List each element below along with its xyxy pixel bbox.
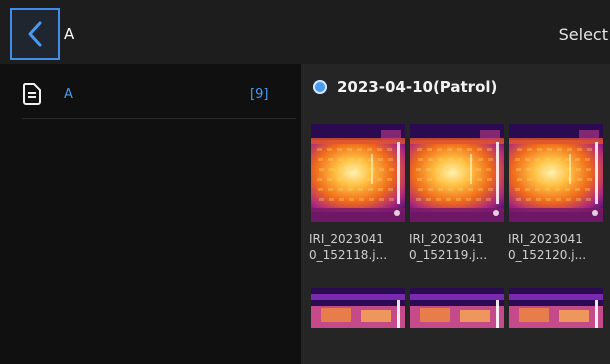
- group-radio[interactable]: [313, 80, 327, 94]
- divider: [22, 118, 296, 119]
- image-caption: IRI_2023041 0_152119.j...: [409, 231, 507, 263]
- thermal-thumbnail[interactable]: [509, 288, 603, 328]
- select-button[interactable]: Select: [559, 25, 608, 45]
- page-title: A: [64, 25, 75, 43]
- folder-item[interactable]: A [9]: [0, 64, 298, 120]
- image-caption: IRI_2023041 0_152118.j...: [309, 231, 407, 263]
- folder-list: A [9]: [0, 64, 298, 364]
- top-bar: A Select: [0, 0, 610, 64]
- image-name-line1: IRI_2023041: [508, 232, 583, 246]
- image-name-line2: 0_152119.j...: [409, 248, 488, 262]
- chevron-left-icon: [28, 21, 42, 47]
- image-name-line1: IRI_2023041: [309, 232, 384, 246]
- folder-name: A: [64, 87, 73, 102]
- image-name-line1: IRI_2023041: [409, 232, 484, 246]
- thermal-thumbnail[interactable]: [509, 124, 603, 222]
- thermal-thumbnail[interactable]: [410, 124, 504, 222]
- thermal-thumbnail[interactable]: [410, 288, 504, 328]
- folder-count: [9]: [250, 87, 269, 102]
- group-title: 2023-04-10(Patrol): [337, 78, 498, 96]
- image-caption: IRI_2023041 0_152120.j...: [508, 231, 606, 263]
- thermal-thumbnail[interactable]: [311, 288, 405, 328]
- back-button[interactable]: [10, 8, 60, 60]
- image-name-line2: 0_152120.j...: [508, 248, 587, 262]
- image-grid: 2023-04-10(Patrol) IRI_2023041 0_152118.…: [301, 64, 610, 364]
- image-name-line2: 0_152118.j...: [309, 248, 388, 262]
- group-header[interactable]: 2023-04-10(Patrol): [313, 76, 497, 98]
- thermal-thumbnail[interactable]: [311, 124, 405, 222]
- document-icon: [22, 83, 41, 105]
- gallery-screen: A Select A [9] 2023-04-10(Patrol) IRI_20…: [0, 0, 610, 364]
